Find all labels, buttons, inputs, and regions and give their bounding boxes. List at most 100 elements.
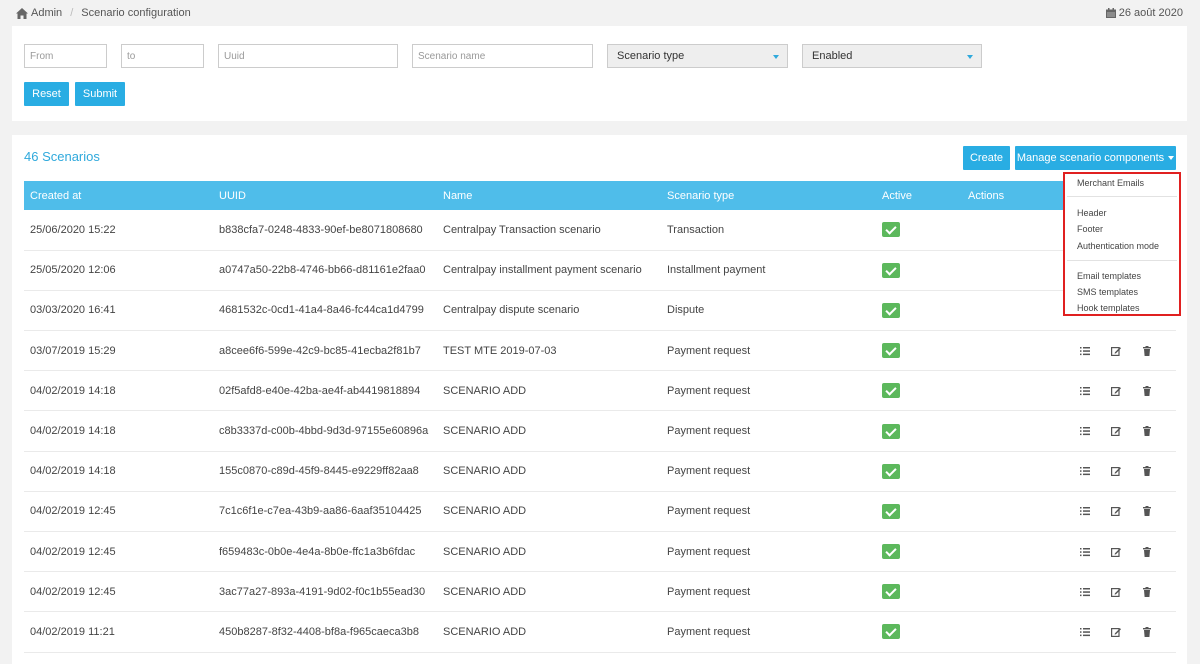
column-header-uuid[interactable]: UUID <box>219 181 443 210</box>
actions-cell <box>968 572 1176 612</box>
menu-divider <box>1067 260 1177 261</box>
list-icon[interactable] <box>1069 587 1100 597</box>
active-cell <box>882 532 968 572</box>
menu-item-authentication-mode[interactable]: Authentication mode <box>1077 241 1159 251</box>
top-bar: Admin / Scenario configuration 26 août 2… <box>0 0 1200 26</box>
scenario-type-cell: Payment request <box>667 465 751 478</box>
breadcrumb-current: Scenario configuration <box>81 7 191 19</box>
menu-item-footer[interactable]: Footer <box>1077 224 1103 234</box>
active-check-icon <box>882 544 900 560</box>
active-cell <box>882 612 968 652</box>
create-button[interactable]: Create <box>963 146 1010 170</box>
actions-cell <box>968 411 1176 451</box>
uuid-cell: f659483c-0b0e-4e4a-8b0e-ffc1a3b6fdac <box>219 545 416 558</box>
active-cell <box>882 491 968 531</box>
name-cell: Centralpay installment payment scenario <box>443 264 642 277</box>
actions-cell <box>968 532 1176 572</box>
trash-icon[interactable] <box>1131 546 1162 557</box>
menu-item-email-templates[interactable]: Email templates <box>1077 271 1141 281</box>
scenario-name-input[interactable] <box>412 44 593 68</box>
edit-icon[interactable] <box>1100 386 1131 396</box>
scenario-type-cell: Payment request <box>667 625 751 638</box>
to-date-input[interactable] <box>121 44 204 68</box>
actions-cell <box>968 331 1176 371</box>
actions-cell <box>968 491 1176 531</box>
list-icon[interactable] <box>1069 547 1100 557</box>
edit-icon[interactable] <box>1100 506 1131 517</box>
active-check-icon <box>882 463 900 479</box>
edit-icon[interactable] <box>1100 466 1131 477</box>
created-at-cell: 04/02/2019 14:18 <box>30 465 116 478</box>
list-icon[interactable] <box>1069 346 1100 356</box>
list-icon[interactable] <box>1069 506 1100 516</box>
scenario-type-cell: Payment request <box>667 505 751 518</box>
actions-cell <box>968 371 1176 411</box>
caret-down-icon <box>1168 156 1175 160</box>
name-cell: SCENARIO ADD <box>443 585 527 598</box>
edit-icon[interactable] <box>1100 627 1131 637</box>
edit-icon[interactable] <box>1100 547 1131 557</box>
trash-icon[interactable] <box>1131 426 1162 437</box>
menu-item-sms-templates[interactable]: SMS templates <box>1077 287 1138 297</box>
column-header-type[interactable]: Scenario type <box>667 181 882 210</box>
column-header-active[interactable]: Active <box>882 181 968 210</box>
scenario-type-selected: Scenario type <box>617 50 685 62</box>
active-check-icon <box>882 302 900 318</box>
name-cell: Centralpay Transaction scenario <box>443 223 601 236</box>
active-check-icon <box>882 262 900 278</box>
created-at-cell: 25/05/2020 12:06 <box>30 264 116 277</box>
table-row: 04/02/2019 14:18 c8b3337d-c00b-4bbd-9d3d-… <box>24 411 1176 452</box>
trash-icon[interactable] <box>1131 586 1162 597</box>
submit-button[interactable]: Submit <box>75 82 125 106</box>
table-row: 04/02/2019 12:45 7c1c6f1e-c7ea-43b9-aa86-… <box>24 491 1176 532</box>
menu-item-merchant-emails[interactable]: Merchant Emails <box>1077 178 1144 188</box>
trash-icon[interactable] <box>1131 385 1162 396</box>
home-icon[interactable] <box>16 7 28 19</box>
created-at-cell: 04/02/2019 12:45 <box>30 585 116 598</box>
list-icon[interactable] <box>1069 627 1100 637</box>
created-at-cell: 03/03/2020 16:41 <box>30 304 116 317</box>
trash-icon[interactable] <box>1131 626 1162 637</box>
active-check-icon <box>882 222 900 238</box>
column-header-created[interactable]: Created at <box>24 181 219 210</box>
scenario-type-cell: Payment request <box>667 344 751 357</box>
edit-icon[interactable] <box>1100 346 1131 356</box>
trash-icon[interactable] <box>1131 345 1162 356</box>
active-check-icon <box>882 343 900 359</box>
created-at-cell: 04/02/2019 14:18 <box>30 425 116 438</box>
manage-components-button[interactable]: Manage scenario components <box>1015 146 1176 170</box>
calendar-icon <box>1105 8 1116 18</box>
actions-cell <box>968 451 1176 491</box>
list-icon[interactable] <box>1069 426 1100 436</box>
menu-item-hook-templates[interactable]: Hook templates <box>1077 303 1140 313</box>
active-cell <box>882 331 968 371</box>
list-icon[interactable] <box>1069 386 1100 396</box>
edit-icon[interactable] <box>1100 426 1131 437</box>
active-cell <box>882 451 968 491</box>
menu-item-header[interactable]: Header <box>1077 208 1107 218</box>
active-check-icon <box>882 383 900 399</box>
uuid-cell: a8cee6f6-599e-42c9-bc85-41ecba2f81b7 <box>219 344 421 357</box>
created-at-cell: 04/02/2019 12:45 <box>30 545 116 558</box>
reset-button[interactable]: Reset <box>24 82 69 106</box>
name-cell: SCENARIO ADD <box>443 384 527 397</box>
uuid-input[interactable] <box>218 44 398 68</box>
from-date-input[interactable] <box>24 44 107 68</box>
enabled-select[interactable]: Enabled <box>802 44 982 68</box>
table-row: 04/02/2019 14:18 02f5afd8-e40e-42ba-ae4f-… <box>24 371 1176 411</box>
scenario-type-cell: Payment request <box>667 384 751 397</box>
uuid-cell: 3ac77a27-893a-4191-9d02-f0c1b55ead30 <box>219 585 426 598</box>
table-row: 04/02/2019 14:18 155c0870-c89d-45f9-8445-… <box>24 451 1176 492</box>
column-header-name[interactable]: Name <box>443 181 667 210</box>
active-cell <box>882 210 968 250</box>
trash-icon[interactable] <box>1131 466 1162 477</box>
breadcrumb-admin-link[interactable]: Admin <box>31 7 62 19</box>
created-at-cell: 04/02/2019 14:18 <box>30 384 116 397</box>
breadcrumb-separator: / <box>70 7 74 19</box>
edit-icon[interactable] <box>1100 587 1131 597</box>
scenario-type-select[interactable]: Scenario type <box>607 44 788 68</box>
table-row: 25/06/2020 15:22 b838cfa7-0248-4833-90ef-… <box>24 210 1176 251</box>
list-icon[interactable] <box>1069 466 1100 476</box>
name-cell: SCENARIO ADD <box>443 465 527 478</box>
trash-icon[interactable] <box>1131 506 1162 517</box>
